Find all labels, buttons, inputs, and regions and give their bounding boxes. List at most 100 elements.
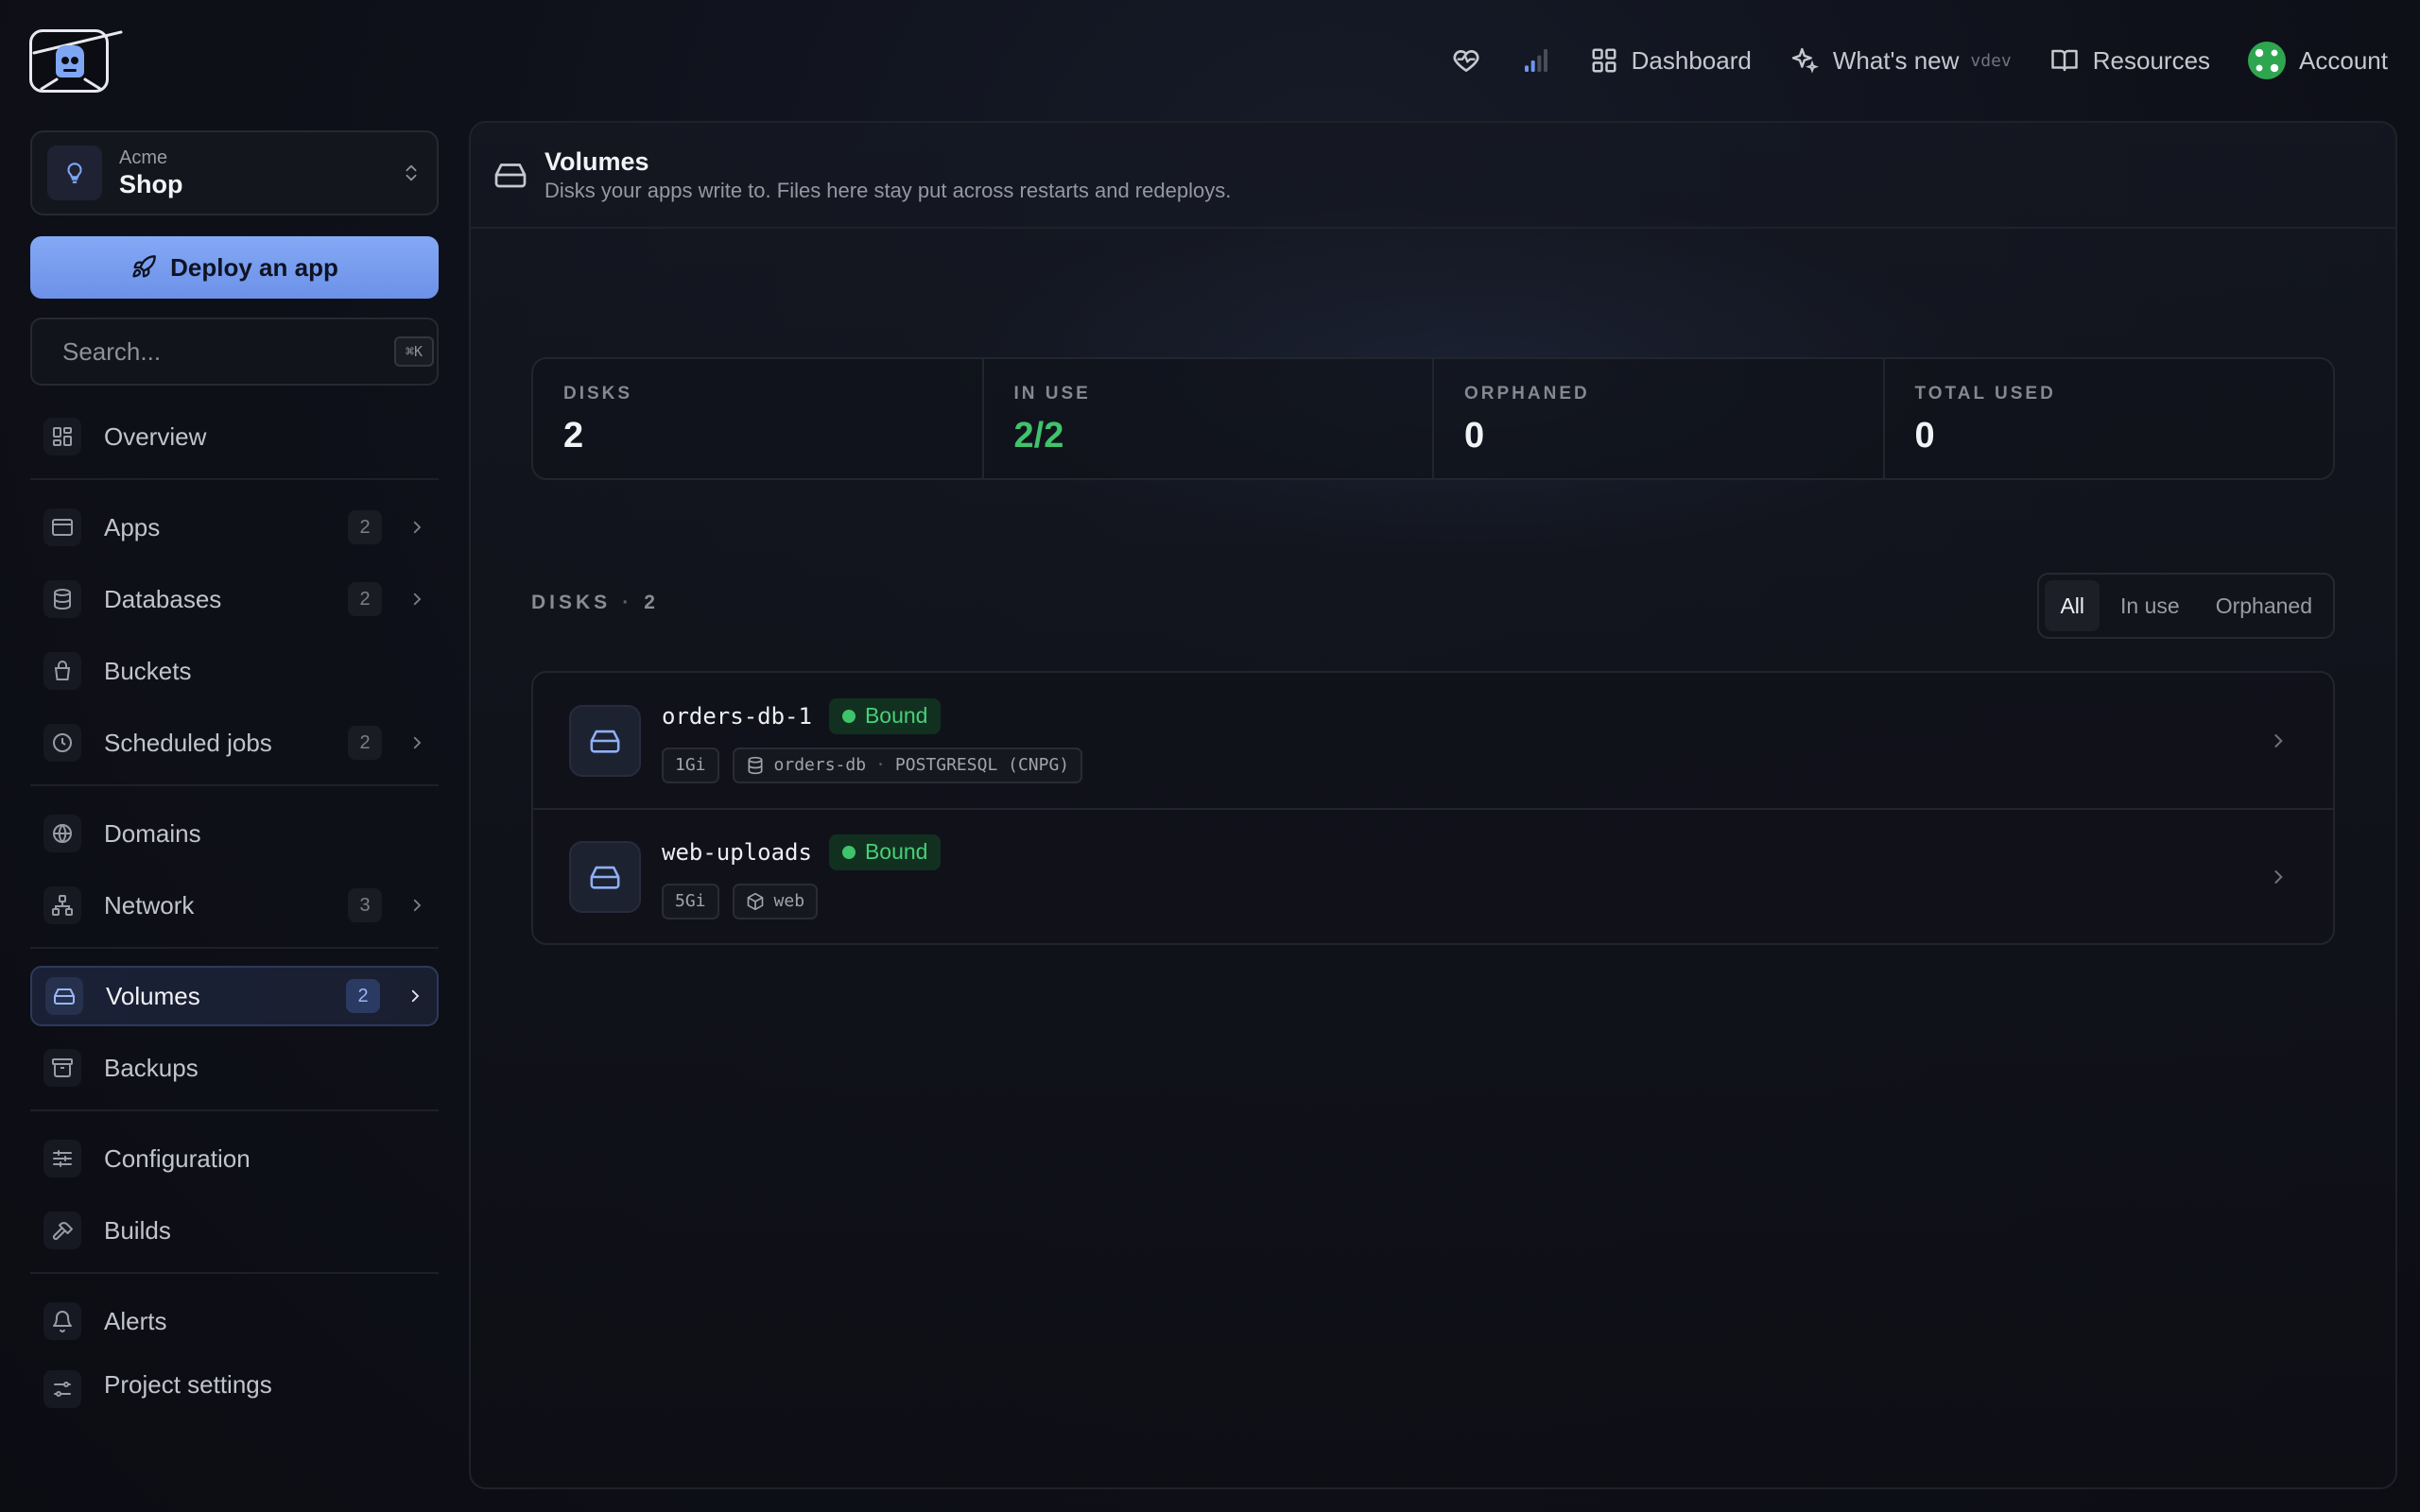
filter-orphaned[interactable]: Orphaned — [2201, 580, 2327, 631]
app-logo[interactable] — [29, 29, 123, 93]
divider — [30, 1109, 439, 1111]
sidebar-item-scheduled-jobs[interactable]: Scheduled jobs 2 — [30, 713, 439, 773]
skid-icon — [40, 77, 102, 91]
chevron-right-icon — [413, 736, 422, 749]
sidebar-item-network[interactable]: Network 3 — [30, 875, 439, 936]
database-icon — [43, 580, 81, 618]
sidebar-item-label: Network — [104, 890, 195, 919]
archive-icon — [43, 1049, 81, 1087]
layout-dashboard-icon — [43, 418, 81, 455]
sidebar-item-label: Builds — [104, 1215, 171, 1245]
status-label: Bound — [864, 703, 928, 728]
grid-icon — [1592, 48, 1616, 73]
chevron-right-icon — [413, 521, 422, 534]
hard-drive-icon — [569, 704, 641, 777]
owner-name: orders-db — [773, 755, 867, 775]
hammer-icon — [43, 1211, 81, 1249]
chevron-right-icon — [2274, 733, 2283, 747]
count-badge: 3 — [348, 888, 382, 922]
chevrons-up-down-icon — [406, 164, 417, 181]
sidebar-item-configuration[interactable]: Configuration — [30, 1128, 439, 1189]
avatar — [2248, 42, 2287, 79]
status-badge: Bound — [828, 697, 942, 734]
sidebar-item-label: Configuration — [104, 1143, 251, 1173]
box-icon — [747, 892, 763, 910]
sidebar-item-label: Scheduled jobs — [104, 728, 272, 757]
globe-icon — [43, 815, 81, 852]
sidebar-item-domains[interactable]: Domains — [30, 803, 439, 864]
sidebar-item-apps[interactable]: Apps 2 — [30, 497, 439, 558]
project-switcher[interactable]: Acme Shop — [30, 130, 439, 215]
filter-in-use[interactable]: In use — [2105, 580, 2195, 631]
stat-disks: DISKS 2 — [533, 359, 984, 478]
stat-label: ORPHANED — [1464, 384, 1590, 404]
sidebar-item-backups[interactable]: Backups — [30, 1038, 439, 1098]
rocket-icon — [132, 255, 156, 278]
list-item[interactable]: web-uploads Bound 5Gi web — [533, 808, 2333, 943]
search-box[interactable]: ⌘K — [30, 318, 439, 386]
sliders-icon — [43, 1140, 81, 1177]
main-panel: Volumes Disks your apps write to. Files … — [469, 121, 2397, 1489]
dashboard-link[interactable]: Dashboard — [1590, 46, 1752, 76]
project-org: Acme — [119, 147, 168, 168]
stat-value: 2/2 — [1013, 416, 1064, 455]
settings-sliders-icon — [43, 1370, 81, 1408]
search-input[interactable] — [62, 336, 379, 367]
count-badge: 2 — [348, 510, 382, 544]
chevron-right-icon — [2274, 869, 2283, 884]
sidebar-item-label: Volumes — [106, 981, 200, 1010]
sidebar-item-label: Overview — [104, 421, 207, 451]
divider — [30, 478, 439, 480]
disk-name: web-uploads — [662, 838, 812, 866]
version-label: vdev — [1970, 50, 2012, 71]
sidebar-item-project-settings[interactable]: Project settings — [30, 1363, 439, 1410]
health-button[interactable] — [1450, 45, 1482, 76]
search-shortcut: ⌘K — [394, 336, 435, 367]
stats-bar: DISKS 2 IN USE 2/2 ORPHANED 0 TOTAL USED… — [531, 357, 2335, 480]
stat-label: DISKS — [563, 384, 633, 404]
chevron-right-icon — [413, 593, 422, 606]
sidebar-item-volumes[interactable]: Volumes 2 — [30, 966, 439, 1026]
stat-value: 0 — [1464, 416, 1485, 455]
status-button[interactable] — [1520, 45, 1552, 76]
dashboard-label: Dashboard — [1631, 45, 1752, 75]
status-badge: Bound — [828, 833, 942, 870]
bucket-icon — [43, 652, 81, 690]
count-badge: 2 — [348, 726, 382, 760]
section-count: 2 — [644, 592, 659, 613]
status-label: Bound — [864, 839, 928, 864]
hard-drive-icon — [45, 977, 83, 1015]
resources-label: Resources — [2092, 45, 2211, 75]
list-item[interactable]: orders-db-1 Bound 1Gi orders-db · POSTGR… — [533, 673, 2333, 808]
robot-head-icon — [56, 45, 84, 77]
sidebar-item-builds[interactable]: Builds — [30, 1200, 439, 1261]
sidebar-item-buckets[interactable]: Buckets — [30, 641, 439, 701]
sparkles-icon — [1791, 47, 1819, 74]
stat-value: 2 — [563, 416, 584, 455]
sidebar-item-databases[interactable]: Databases 2 — [30, 569, 439, 629]
clock-icon — [43, 724, 81, 762]
whats-new-label: What's new — [1832, 45, 1960, 75]
sidebar-item-overview[interactable]: Overview — [30, 406, 439, 467]
account-link[interactable]: Account — [2248, 42, 2388, 79]
chevron-right-icon — [411, 989, 420, 1003]
deploy-app-button[interactable]: Deploy an app — [30, 236, 439, 299]
sidebar-item-label: Databases — [104, 584, 222, 613]
project-name: Shop — [119, 170, 183, 198]
sidebar-item-alerts[interactable]: Alerts — [30, 1291, 439, 1351]
sidebar-item-label: Apps — [104, 512, 161, 541]
sidebar-item-label: Buckets — [104, 656, 192, 685]
owner-chip: web — [732, 883, 819, 919]
owner-chip: orders-db · POSTGRESQL (CNPG) — [732, 747, 1083, 783]
book-open-icon — [2051, 49, 2078, 72]
resources-link[interactable]: Resources — [2049, 46, 2210, 76]
network-icon — [43, 886, 81, 924]
page-header: Volumes Disks your apps write to. Files … — [471, 123, 2395, 229]
status-dot — [841, 709, 856, 723]
sidebar-item-label: Project settings — [104, 1370, 272, 1399]
hard-drive-icon — [494, 163, 527, 188]
filter-all[interactable]: All — [2045, 580, 2100, 631]
filter-tabs: All In use Orphaned — [2037, 573, 2335, 639]
whats-new-link[interactable]: What's new vdev — [1789, 45, 2012, 76]
count-badge: 2 — [346, 979, 380, 1013]
